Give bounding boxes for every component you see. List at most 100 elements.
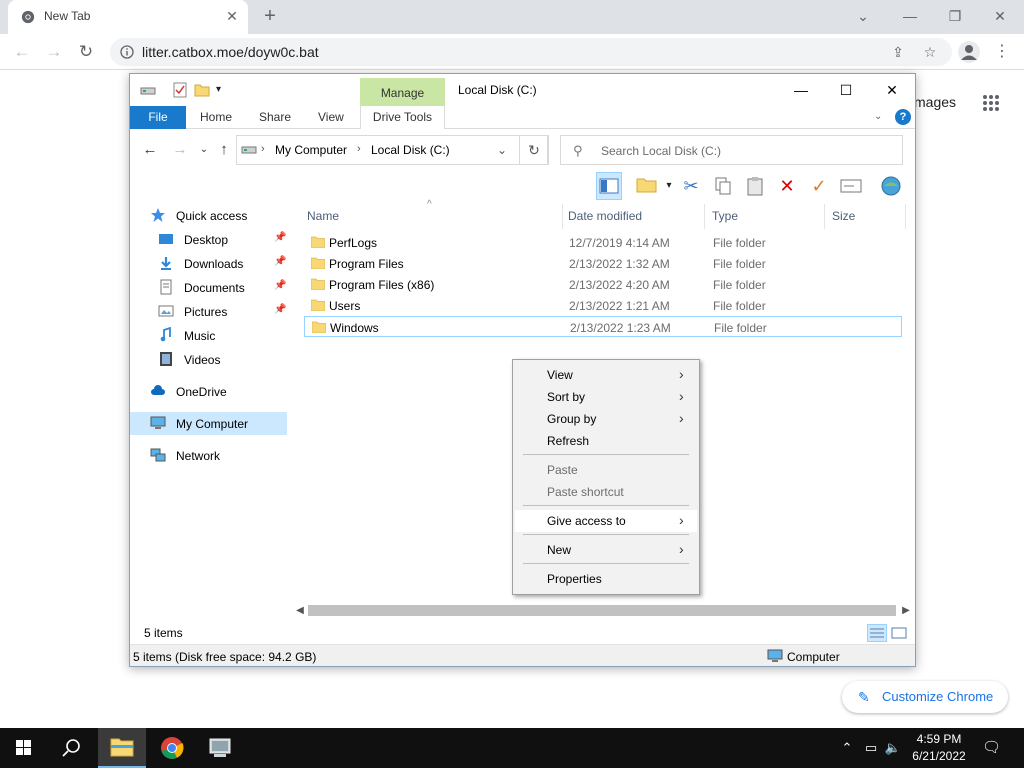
menu-item-paste[interactable]: Paste <box>515 459 697 481</box>
nav-item-downloads[interactable]: Downloads 📌 <box>130 252 287 275</box>
file-row[interactable]: PerfLogs 12/7/2019 4:14 AM File folder <box>304 232 902 253</box>
info-icon[interactable] <box>120 45 134 59</box>
back-arrow-icon[interactable]: ← <box>10 40 34 64</box>
explorer-back-icon[interactable]: ← <box>140 141 160 159</box>
chrome-menu-icon[interactable]: ⋮ <box>992 41 1012 63</box>
nav-item-pictures[interactable]: Pictures 📌 <box>130 300 287 323</box>
menu-item-paste-shortcut[interactable]: Paste shortcut <box>515 481 697 503</box>
qat-customize-chevron-icon[interactable]: ▾ <box>216 82 232 98</box>
globe-icon[interactable] <box>878 172 904 200</box>
details-view-icon[interactable] <box>867 624 887 642</box>
profile-avatar-icon[interactable] <box>958 41 980 63</box>
menu-item-give-access-to[interactable]: Give access to › <box>515 510 697 532</box>
new-tab-button[interactable]: + <box>258 5 282 29</box>
menu-item-refresh[interactable]: Refresh <box>515 430 697 452</box>
nav-item-my-computer[interactable]: My Computer <box>130 412 287 435</box>
nav-item-network[interactable]: Network <box>130 444 287 467</box>
menu-item-view[interactable]: View › <box>515 364 697 386</box>
taskbar-app[interactable] <box>196 728 244 768</box>
nav-item-quick-access[interactable]: Quick access <box>130 204 287 227</box>
volume-icon[interactable]: 🔈 <box>884 740 902 756</box>
menu-item-sort-by[interactable]: Sort by › <box>515 386 697 408</box>
recent-locations-chevron-icon[interactable]: ⌄ <box>194 141 214 159</box>
minimize-icon[interactable]: — <box>895 4 925 28</box>
explorer-address-bar[interactable]: › My Computer › Local Disk (C:) ⌄ <box>236 135 548 165</box>
bookmark-star-icon[interactable]: ☆ <box>920 43 940 61</box>
tab-home[interactable]: Home <box>200 110 232 124</box>
paste-icon[interactable] <box>742 172 768 200</box>
ribbon-expand-icon[interactable]: ⌄ <box>874 111 882 122</box>
start-button[interactable] <box>0 728 48 768</box>
scrollbar-thumb[interactable] <box>308 605 896 616</box>
explorer-close-icon[interactable]: ✕ <box>869 74 915 106</box>
menu-item-group-by[interactable]: Group by › <box>515 408 697 430</box>
nav-item-videos[interactable]: Videos <box>130 348 287 371</box>
explorer-minimize-icon[interactable]: — <box>778 74 824 106</box>
properties-check-icon[interactable] <box>172 82 188 98</box>
tab-share[interactable]: Share <box>259 110 291 124</box>
address-history-chevron-icon[interactable]: ⌄ <box>497 143 507 157</box>
customize-chrome-button[interactable]: ✎ Customize Chrome <box>842 681 1008 713</box>
column-size[interactable]: Size <box>832 209 855 223</box>
close-window-icon[interactable]: ✕ <box>985 4 1015 28</box>
restore-icon[interactable]: ❐ <box>940 4 970 28</box>
column-divider[interactable] <box>905 204 906 229</box>
column-date-modified[interactable]: Date modified <box>568 209 642 223</box>
large-icons-view-icon[interactable] <box>889 624 909 642</box>
column-type[interactable]: Type <box>712 209 738 223</box>
explorer-forward-icon[interactable]: → <box>170 141 190 159</box>
column-divider[interactable] <box>562 204 563 229</box>
new-folder-icon[interactable] <box>194 82 210 98</box>
check-icon[interactable]: ✓ <box>806 172 832 200</box>
tab-drive-tools[interactable]: Drive Tools <box>360 106 445 129</box>
taskbar-search-button[interactable] <box>48 728 96 768</box>
show-hidden-icons-icon[interactable]: ⌃ <box>838 740 856 756</box>
breadcrumb-separator-icon[interactable]: › <box>357 143 361 155</box>
help-icon[interactable]: ? <box>895 109 911 125</box>
browser-tab[interactable]: New Tab ✕ <box>8 0 248 34</box>
horizontal-scrollbar[interactable]: ◀ ▶ <box>291 602 915 619</box>
google-apps-grid-icon[interactable] <box>982 94 1000 112</box>
clock-time[interactable]: 4:59 PM <box>906 732 972 746</box>
column-name[interactable]: Name <box>307 209 339 223</box>
tab-search-chevron-icon[interactable]: ⌄ <box>848 4 878 28</box>
delete-icon[interactable]: ✕ <box>774 172 800 200</box>
breadcrumb-separator-icon[interactable]: › <box>261 143 265 155</box>
close-tab-icon[interactable]: ✕ <box>222 6 242 26</box>
tab-view[interactable]: View <box>318 110 344 124</box>
nav-item-onedrive[interactable]: OneDrive <box>130 380 287 403</box>
taskbar-chrome[interactable] <box>148 728 196 768</box>
scroll-left-icon[interactable]: ◀ <box>293 602 307 619</box>
taskbar-file-explorer[interactable] <box>98 728 146 768</box>
images-link[interactable]: mages <box>914 94 956 110</box>
reload-icon[interactable]: ↻ <box>74 40 98 64</box>
share-icon[interactable]: ⇪ <box>888 43 908 61</box>
breadcrumb-my-computer[interactable]: My Computer <box>275 143 347 157</box>
file-row[interactable]: Windows 2/13/2022 1:23 AM File folder <box>304 316 902 337</box>
explorer-search-input[interactable]: ⚲ Search Local Disk (C:) <box>560 135 903 165</box>
up-arrow-icon[interactable]: ↑ <box>214 141 234 159</box>
explorer-maximize-icon[interactable]: ☐ <box>823 74 869 106</box>
column-divider[interactable] <box>704 204 705 229</box>
address-bar[interactable]: litter.catbox.moe/doyw0c.bat ⇪ ☆ <box>110 38 952 66</box>
nav-item-documents[interactable]: Documents 📌 <box>130 276 287 299</box>
nav-item-music[interactable]: Music <box>130 324 287 347</box>
scroll-right-icon[interactable]: ▶ <box>899 602 913 619</box>
breadcrumb-local-disk[interactable]: Local Disk (C:) <box>371 143 450 157</box>
menu-item-properties[interactable]: Properties <box>515 568 697 590</box>
preview-pane-icon[interactable] <box>596 172 622 200</box>
file-row[interactable]: Program Files (x86) 2/13/2022 4:20 AM File… <box>304 274 902 295</box>
clock-date[interactable]: 6/21/2022 <box>906 749 972 763</box>
rename-icon[interactable] <box>838 172 864 200</box>
notifications-icon[interactable]: 🗨 <box>982 740 1001 756</box>
file-row[interactable]: Program Files 2/13/2022 1:32 AM File folde… <box>304 253 902 274</box>
tab-file[interactable]: File <box>130 106 186 129</box>
nav-item-desktop[interactable]: Desktop 📌 <box>130 228 287 251</box>
column-divider[interactable] <box>824 204 825 229</box>
copy-icon[interactable] <box>710 172 736 200</box>
network-tray-icon[interactable]: ▭ <box>862 740 880 756</box>
forward-arrow-icon[interactable]: → <box>42 40 66 64</box>
menu-item-new[interactable]: New › <box>515 539 697 561</box>
cut-icon[interactable]: ✂ <box>678 172 704 200</box>
file-row[interactable]: Users 2/13/2022 1:21 AM File folder <box>304 295 902 316</box>
